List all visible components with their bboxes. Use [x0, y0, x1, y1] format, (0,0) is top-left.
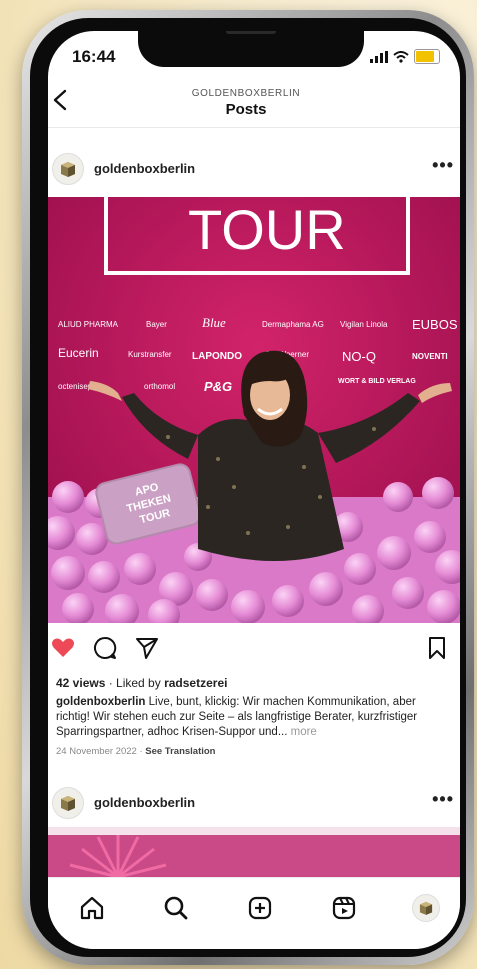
- post-actions: [48, 631, 460, 667]
- sponsor-logo: P&G: [204, 379, 232, 394]
- bookmark-icon[interactable]: [424, 635, 450, 661]
- avatar[interactable]: [52, 787, 84, 819]
- more-horizontal-icon[interactable]: •••: [432, 789, 454, 810]
- top-header: GOLDENBOXBERLIN Posts: [48, 83, 460, 128]
- sponsor-logo: orthomol: [144, 382, 175, 391]
- sponsor-logo: EUBOS: [412, 317, 458, 332]
- comment-icon[interactable]: [92, 635, 118, 661]
- signal-icon: [370, 50, 388, 63]
- battery-icon: [414, 49, 440, 64]
- next-post-username[interactable]: goldenboxberlin: [94, 795, 195, 810]
- home-icon[interactable]: [78, 894, 106, 922]
- post-caption: goldenboxberlin Live, bunt, klickig: Wir…: [56, 695, 446, 740]
- paper-plane-icon[interactable]: [134, 635, 160, 661]
- next-post-image[interactable]: [48, 827, 460, 877]
- plus-square-icon[interactable]: [246, 894, 274, 922]
- sponsor-logo: LAPONDO: [192, 351, 242, 362]
- app-screen: 16:44 GOLDENBOXBERLIN Posts goldenboxber…: [48, 31, 460, 949]
- post-header: goldenboxberlin •••: [48, 147, 460, 191]
- post-photo-illustration: TOUR ALIUD PHARMA Bayer Blue Dermaphama …: [48, 197, 460, 623]
- sponsor-logo: WORT & BILD VERLAG: [338, 378, 416, 385]
- speaker: [226, 31, 276, 34]
- next-post-illustration: [48, 827, 460, 877]
- more-horizontal-icon[interactable]: •••: [432, 155, 454, 176]
- sponsor-logo: Kurstransfer: [128, 350, 172, 359]
- sponsor-logo: Blue: [202, 315, 226, 330]
- next-post-header: goldenboxberlin •••: [48, 781, 460, 825]
- post-username[interactable]: goldenboxberlin: [94, 161, 195, 176]
- golden-box-logo-icon: [61, 796, 75, 811]
- post-date-row: 24 November 2022 · See Translation: [56, 746, 446, 757]
- views-count: 42 views: [56, 676, 106, 690]
- caption-username[interactable]: goldenboxberlin: [56, 696, 145, 708]
- banner-text: TOUR: [188, 198, 346, 261]
- sponsor-logo: NO-Q: [342, 349, 376, 364]
- reels-icon[interactable]: [330, 894, 358, 922]
- golden-box-logo-icon: [61, 162, 75, 177]
- sponsor-logo: Vigilan Linola: [340, 320, 388, 329]
- search-icon[interactable]: [162, 894, 190, 922]
- sponsor-logo: ALIUD PHARMA: [58, 320, 119, 329]
- sponsor-logo: Bayer: [146, 320, 167, 329]
- views-liked-by: 42 views · Liked by radsetzerei: [56, 676, 446, 690]
- post-image[interactable]: TOUR ALIUD PHARMA Bayer Blue Dermaphama …: [48, 197, 460, 623]
- sponsor-logo: NOVENTI: [412, 352, 448, 361]
- golden-box-logo-icon: [419, 901, 433, 915]
- date-separator: ·: [136, 746, 146, 757]
- status-icons: [370, 49, 440, 64]
- wifi-icon: [393, 50, 409, 63]
- sponsor-logo: Eucerin: [58, 346, 99, 360]
- heart-icon[interactable]: [50, 635, 76, 661]
- status-time: 16:44: [72, 47, 116, 66]
- post-date: 24 November 2022: [56, 746, 137, 757]
- see-translation-link[interactable]: See Translation: [145, 746, 215, 757]
- notch: [138, 31, 364, 67]
- profile-avatar[interactable]: [412, 894, 440, 922]
- bottom-tab-bar: [48, 877, 460, 949]
- sponsor-logo: Dermaphama AG: [262, 320, 324, 329]
- liked-by-user[interactable]: radsetzerei: [164, 676, 227, 690]
- page-title: Posts: [225, 101, 267, 118]
- header-account-name: GOLDENBOXBERLIN: [191, 88, 301, 99]
- liked-by-prefix: · Liked by: [105, 676, 165, 690]
- more-link[interactable]: more: [291, 726, 317, 738]
- avatar[interactable]: [52, 153, 84, 185]
